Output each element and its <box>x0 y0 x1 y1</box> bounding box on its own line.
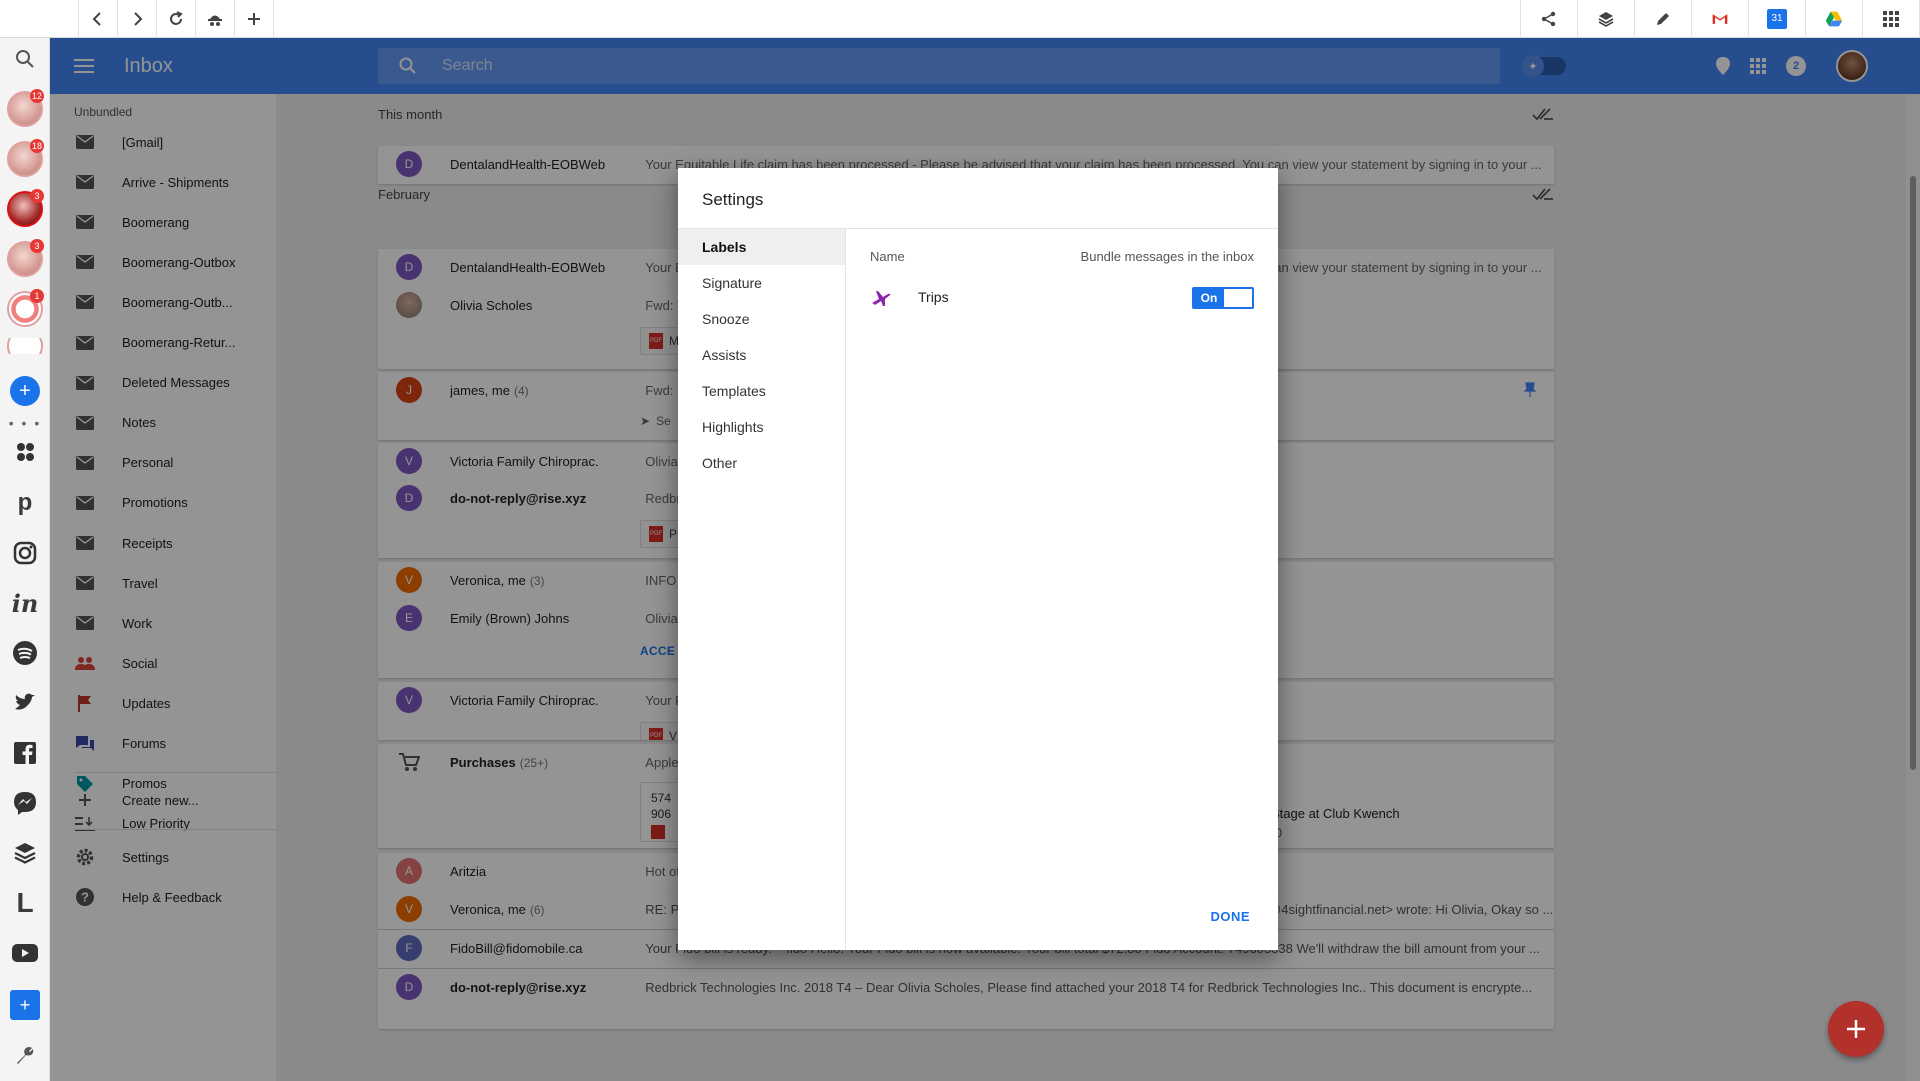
unread-badge: 3 <box>30 239 44 253</box>
incognito-icon[interactable] <box>196 0 235 38</box>
dock-account-partial[interactable] <box>6 338 44 354</box>
dock-account-3[interactable]: 3 <box>6 189 44 228</box>
messenger-icon[interactable] <box>6 784 44 822</box>
unread-badge: 1 <box>30 289 44 303</box>
avatar: 12 <box>7 89 44 127</box>
toggle-on-label: On <box>1194 289 1224 307</box>
l-app-icon[interactable]: L <box>6 884 44 922</box>
calendar-day: 31 <box>1767 8 1787 29</box>
labels-panel: Name Bundle messages in the inbox Trips … <box>846 229 1278 950</box>
scrollbar[interactable] <box>1906 94 1920 1081</box>
twitter-icon[interactable] <box>6 684 44 722</box>
dock-add-app-button[interactable]: + <box>6 986 44 1024</box>
dock-account-4[interactable]: 3 <box>6 239 44 278</box>
new-tab-icon[interactable] <box>235 0 274 38</box>
back-icon[interactable] <box>79 0 118 38</box>
tab-highlights[interactable]: Highlights <box>678 409 845 445</box>
tab-templates[interactable]: Templates <box>678 373 845 409</box>
dock-more-icon[interactable]: • • • <box>6 415 44 431</box>
wrench-icon[interactable] <box>6 1036 44 1074</box>
pinterest-icon[interactable]: p <box>6 484 44 522</box>
app-dock: 12 18 3 3 1 + • • • p in L + <box>0 38 50 1081</box>
dock-search-icon[interactable] <box>6 40 44 78</box>
avatar: 18 <box>7 139 44 177</box>
tab-assists[interactable]: Assists <box>678 337 845 373</box>
compose-button[interactable] <box>1828 1001 1884 1057</box>
dock-account-2[interactable]: 18 <box>6 139 44 178</box>
avatar <box>7 338 43 354</box>
done-button[interactable]: DONE <box>1206 903 1254 930</box>
gmail-icon[interactable] <box>1692 0 1749 38</box>
settings-dialog: Settings Labels Signature Snooze Assists Tem… <box>678 168 1278 950</box>
drive-icon[interactable] <box>1806 0 1863 38</box>
label-name: Trips <box>918 289 949 305</box>
settings-tabs: Labels Signature Snooze Assists Templates Hig… <box>678 229 846 950</box>
avatar: 1 <box>7 289 44 327</box>
quip-icon[interactable] <box>6 434 44 472</box>
avatar: 3 <box>7 189 44 227</box>
dock-add-account-button[interactable]: + <box>6 372 44 410</box>
instagram-icon[interactable] <box>6 534 44 572</box>
avatar: 3 <box>7 239 44 277</box>
unread-badge: 12 <box>29 89 44 103</box>
browser-toolbar: 31 <box>0 0 1920 38</box>
invision-icon[interactable]: in <box>6 584 44 622</box>
unread-badge: 18 <box>29 139 44 153</box>
calendar-icon[interactable]: 31 <box>1749 0 1806 38</box>
tab-other[interactable]: Other <box>678 445 845 481</box>
tab-labels[interactable]: Labels <box>678 229 845 265</box>
apps-grid-icon[interactable] <box>1863 0 1920 38</box>
airplane-icon <box>872 291 891 306</box>
plus-icon <box>1847 1020 1865 1038</box>
tab-signature[interactable]: Signature <box>678 265 845 301</box>
dock-account-5[interactable]: 1 <box>6 289 44 328</box>
browser-extensions: 31 <box>1520 0 1920 38</box>
unread-badge: 3 <box>30 189 44 203</box>
label-row-trips: Trips On <box>846 275 1278 319</box>
column-header-bundle: Bundle messages in the inbox <box>1080 249 1254 264</box>
reload-icon[interactable] <box>157 0 196 38</box>
forward-icon[interactable] <box>118 0 157 38</box>
share-icon[interactable] <box>1521 0 1578 38</box>
pencil-icon[interactable] <box>1635 0 1692 38</box>
youtube-icon[interactable] <box>6 934 44 972</box>
tab-snooze[interactable]: Snooze <box>678 301 845 337</box>
column-header-name: Name <box>870 249 905 264</box>
layers-icon[interactable] <box>1578 0 1635 38</box>
buffer-icon[interactable] <box>6 834 44 872</box>
bundle-toggle[interactable]: On <box>1192 287 1254 309</box>
spotify-icon[interactable] <box>6 634 44 672</box>
facebook-icon[interactable] <box>6 734 44 772</box>
browser-nav-group <box>78 0 274 38</box>
dialog-title: Settings <box>702 190 764 209</box>
dock-account-1[interactable]: 12 <box>6 89 44 128</box>
scrollbar-thumb[interactable] <box>1910 176 1916 770</box>
